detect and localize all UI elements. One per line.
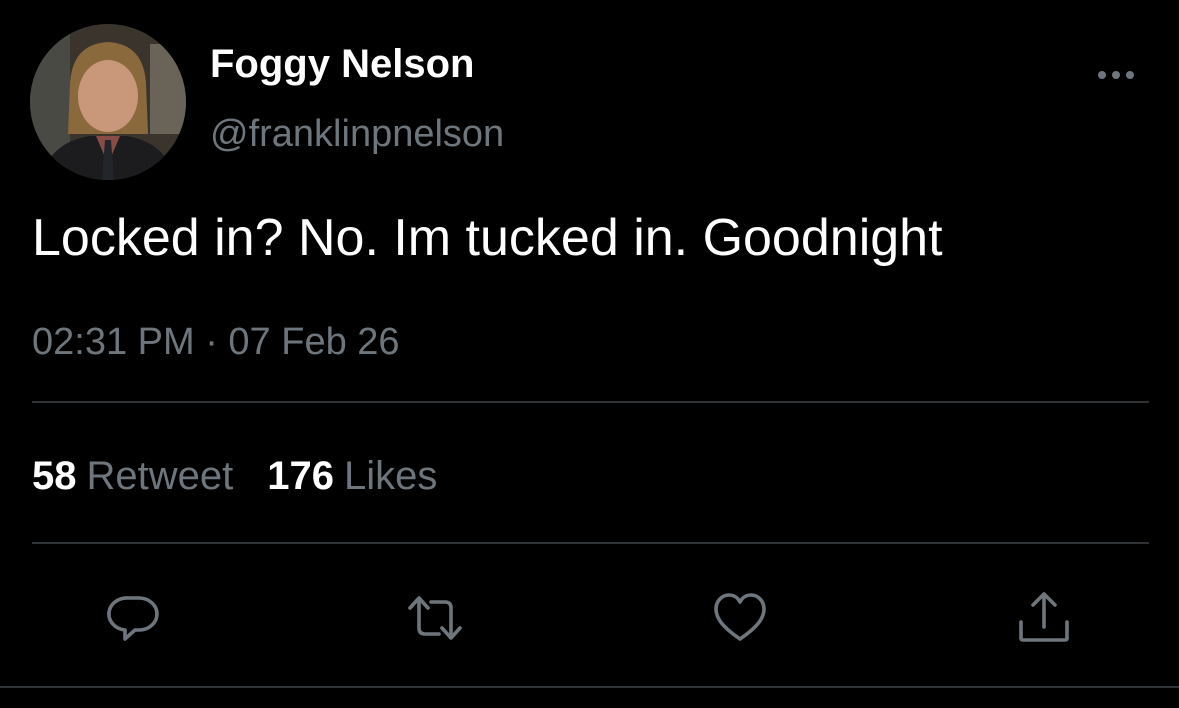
divider xyxy=(0,686,1179,688)
reply-icon[interactable] xyxy=(105,588,165,648)
divider xyxy=(32,401,1149,403)
retweet-label: Retweet xyxy=(86,454,234,498)
avatar-image xyxy=(30,24,186,180)
avatar[interactable] xyxy=(30,24,186,180)
share-icon[interactable] xyxy=(1014,588,1074,648)
heart-icon[interactable] xyxy=(710,588,770,648)
retweet-count: 58 xyxy=(32,454,77,498)
user-handle[interactable]: @franklinpnelson xyxy=(210,111,504,157)
engagement-stats: 58 Retweet 176 Likes xyxy=(32,452,437,500)
likes-count: 176 xyxy=(267,454,334,498)
retweet-stat[interactable]: 58 Retweet xyxy=(32,452,233,500)
retweet-icon[interactable] xyxy=(405,588,465,648)
likes-label: Likes xyxy=(344,454,438,498)
tweet-timestamp[interactable]: 02:31 PM · 07 Feb 26 xyxy=(32,319,400,365)
more-options-icon[interactable] xyxy=(1094,60,1138,90)
display-name[interactable]: Foggy Nelson xyxy=(210,40,474,88)
divider xyxy=(32,542,1149,544)
likes-stat[interactable]: 176 Likes xyxy=(267,452,437,500)
tweet-text: Locked in? No. Im tucked in. Goodnight xyxy=(32,209,943,267)
